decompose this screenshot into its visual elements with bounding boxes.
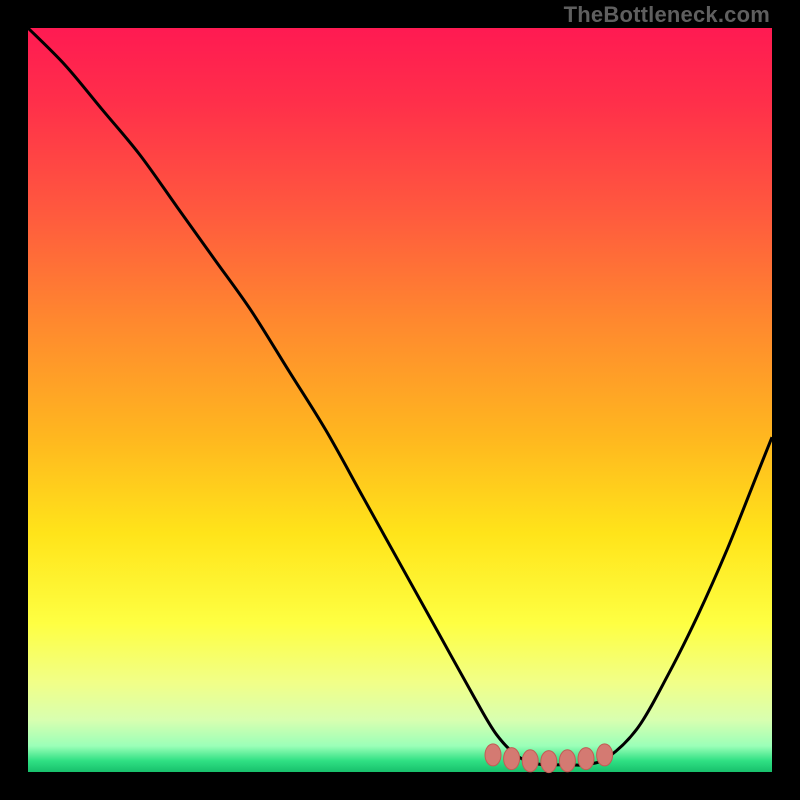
watermark-text: TheBottleneck.com bbox=[564, 2, 770, 28]
marker-dot bbox=[485, 744, 501, 766]
marker-dot bbox=[541, 751, 557, 773]
marker-dot bbox=[504, 748, 520, 770]
chart-container: TheBottleneck.com bbox=[0, 0, 800, 800]
marker-dot bbox=[578, 748, 594, 770]
marker-dot bbox=[522, 750, 538, 772]
bottleneck-curve bbox=[28, 28, 772, 765]
chart-svg bbox=[28, 28, 772, 772]
marker-dot bbox=[559, 750, 575, 772]
marker-dot bbox=[597, 744, 613, 766]
flat-bottom-markers bbox=[485, 744, 613, 773]
